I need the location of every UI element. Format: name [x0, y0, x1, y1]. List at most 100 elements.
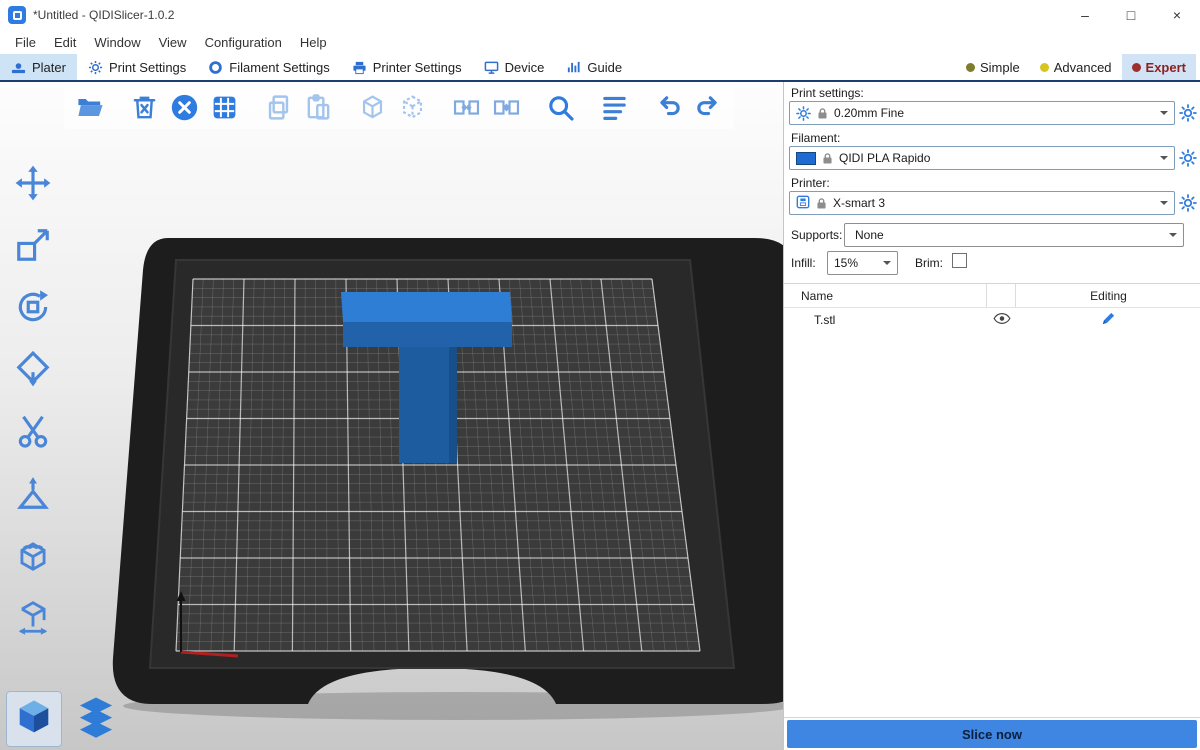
expert-mode-dot-icon: [1132, 63, 1141, 72]
editor-view-button[interactable]: [6, 691, 62, 747]
filament-label: Filament:: [791, 131, 840, 145]
cut-tool-button[interactable]: [10, 410, 56, 452]
flatten-icon: [14, 350, 52, 388]
window-title: *Untitled - QIDISlicer-1.0.2: [33, 8, 174, 22]
menu-configuration[interactable]: Configuration: [196, 33, 291, 52]
open-button[interactable]: [72, 89, 108, 125]
split-parts-icon: [492, 93, 521, 122]
copy-button[interactable]: [260, 89, 296, 125]
mode-expert[interactable]: Expert: [1122, 54, 1196, 80]
supports-select[interactable]: None: [844, 223, 1184, 247]
eye-icon: [993, 312, 1011, 328]
tab-plater[interactable]: Plater: [0, 54, 77, 80]
window-controls: – □ ×: [1062, 0, 1200, 30]
undo-button[interactable]: [650, 89, 686, 125]
infill-select[interactable]: 15%: [827, 251, 898, 275]
slice-now-button[interactable]: Slice now: [787, 720, 1197, 748]
redo-button[interactable]: [690, 89, 726, 125]
print-settings-icon: [88, 60, 103, 75]
delete-button[interactable]: [126, 89, 162, 125]
qidislicer-window: *Untitled - QIDISlicer-1.0.2 – □ × File …: [0, 0, 1200, 750]
gear-icon: [796, 106, 811, 121]
mode-label: Advanced: [1054, 60, 1112, 75]
lock-icon: [817, 107, 828, 120]
menu-window[interactable]: Window: [85, 33, 149, 52]
menu-file[interactable]: File: [6, 33, 45, 52]
place-on-face-tool-button[interactable]: [10, 348, 56, 390]
viewport-3d[interactable]: [0, 82, 783, 750]
variable-layer-height-button[interactable]: [596, 89, 632, 125]
rotate-tool-button[interactable]: [10, 286, 56, 328]
lock-icon: [816, 197, 827, 210]
tab-label: Plater: [32, 60, 66, 75]
scissors-icon: [14, 412, 52, 450]
column-name: Name: [784, 284, 987, 307]
slice-now-label: Slice now: [962, 727, 1022, 742]
measure-tool-button[interactable]: [10, 596, 56, 638]
tabbar: Plater Print Settings Filament Settings …: [0, 54, 1200, 82]
paste-button[interactable]: [300, 89, 336, 125]
mode-advanced[interactable]: Advanced: [1030, 54, 1122, 80]
tab-label: Guide: [587, 60, 622, 75]
support-paint-icon: [14, 474, 52, 512]
chevron-down-icon: [1169, 233, 1177, 241]
scale-tool-button[interactable]: [10, 224, 56, 266]
brim-checkbox[interactable]: [952, 253, 967, 268]
redo-arrow-icon: [694, 93, 723, 122]
tab-print-settings[interactable]: Print Settings: [77, 54, 197, 80]
close-button[interactable]: ×: [1154, 0, 1200, 30]
advanced-mode-dot-icon: [1040, 63, 1049, 72]
search-button[interactable]: [542, 89, 578, 125]
tab-label: Device: [505, 60, 545, 75]
filament-gear-button[interactable]: [1179, 149, 1197, 167]
cube-minus-icon: [398, 93, 427, 122]
printer-gear-button[interactable]: [1179, 194, 1197, 212]
split-to-objects-button[interactable]: [448, 89, 484, 125]
printer-combo[interactable]: X-smart 3: [789, 191, 1175, 215]
menu-edit[interactable]: Edit: [45, 33, 85, 52]
gizmo-toolbar: [6, 162, 60, 638]
object-row-tstl[interactable]: T.stl: [784, 308, 1200, 332]
menu-view[interactable]: View: [150, 33, 196, 52]
move-tool-button[interactable]: [10, 162, 56, 204]
circle-x-icon: [170, 93, 199, 122]
editing-button[interactable]: [1016, 311, 1200, 329]
print-settings-gear-button[interactable]: [1179, 104, 1197, 122]
app-icon: [8, 6, 26, 24]
scale-icon: [14, 226, 52, 264]
minimize-button[interactable]: –: [1062, 0, 1108, 30]
arrange-button[interactable]: [206, 89, 242, 125]
tab-printer-settings[interactable]: Printer Settings: [341, 54, 473, 80]
menu-help[interactable]: Help: [291, 33, 336, 52]
mode-label: Expert: [1146, 60, 1186, 75]
scene-3d: [0, 82, 783, 750]
paint-supports-tool-button[interactable]: [10, 472, 56, 514]
tab-label: Filament Settings: [229, 60, 329, 75]
print-settings-label: Print settings:: [791, 86, 864, 100]
edit-pencil-icon: [1101, 315, 1116, 329]
measure-icon: [14, 598, 52, 636]
filament-combo[interactable]: QIDI PLA Rapido: [789, 146, 1175, 170]
menubar: File Edit Window View Configuration Help: [0, 30, 1200, 54]
tab-device[interactable]: Device: [473, 54, 556, 80]
split-to-parts-button[interactable]: [488, 89, 524, 125]
printer-value: X-smart 3: [833, 196, 1154, 210]
printer-label: Printer:: [791, 176, 830, 190]
maximize-button[interactable]: □: [1108, 0, 1154, 30]
folder-open-icon: [76, 93, 105, 122]
tab-guide[interactable]: Guide: [555, 54, 633, 80]
preview-layers-button[interactable]: [68, 691, 124, 747]
object-list: Name Editing T.stl: [784, 283, 1200, 718]
seam-tool-button[interactable]: [10, 534, 56, 576]
simple-mode-dot-icon: [966, 63, 975, 72]
rotate-icon: [14, 288, 52, 326]
mode-simple[interactable]: Simple: [956, 54, 1030, 80]
print-settings-combo[interactable]: 0.20mm Fine: [789, 101, 1175, 125]
add-instance-button[interactable]: [354, 89, 390, 125]
delete-all-button[interactable]: [166, 89, 202, 125]
chevron-down-icon: [1160, 201, 1168, 209]
object-list-header: Name Editing: [784, 284, 1200, 308]
visibility-toggle[interactable]: [987, 308, 1016, 332]
tab-filament-settings[interactable]: Filament Settings: [197, 54, 340, 80]
remove-instance-button[interactable]: [394, 89, 430, 125]
